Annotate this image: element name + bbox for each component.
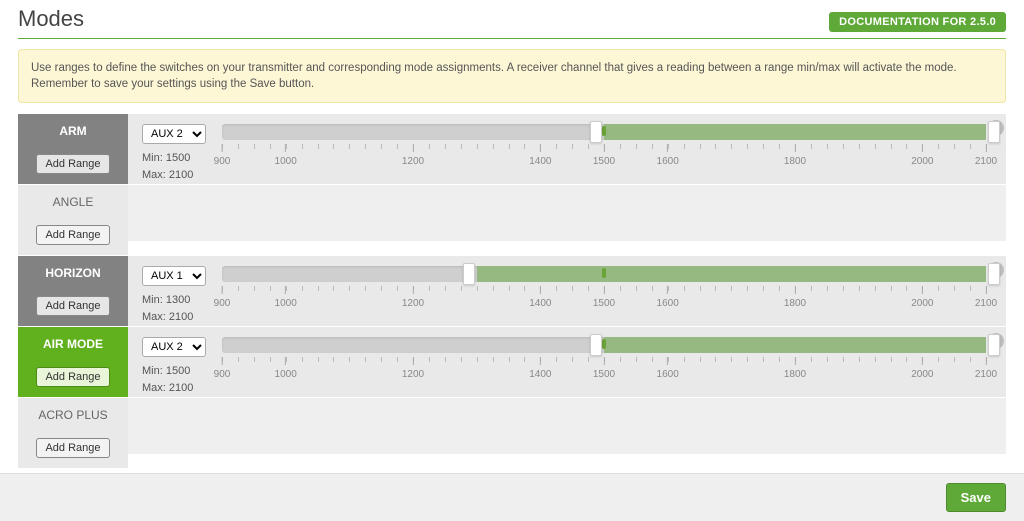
tick-axis: 90010001200140015001600180020002100 (222, 286, 986, 320)
mode-row: HORIZONAdd Range×AUX 1Min: 1300Max: 2100… (18, 255, 1006, 326)
mode-name-cell: ACRO PLUS Add Range (18, 398, 128, 468)
slider-fill (604, 337, 986, 353)
footer: Save (0, 473, 1024, 521)
mode-label: HORIZON (45, 266, 100, 280)
tick-label: 900 (214, 144, 231, 167)
mode-name-cell: AIR MODE Add Range (18, 327, 128, 397)
tick-label: 1600 (657, 357, 679, 380)
mode-label: ACRO PLUS (38, 408, 107, 422)
tick-label: 1400 (529, 357, 551, 380)
tick-axis: 90010001200140015001600180020002100 (222, 144, 986, 178)
documentation-button[interactable]: DOCUMENTATION FOR 2.5.0 (829, 12, 1006, 32)
slider-handle-min[interactable] (590, 334, 602, 356)
tick-label: 1000 (275, 286, 297, 309)
minmax-display: Min: 1500Max: 2100 (142, 363, 212, 396)
mode-label: ANGLE (53, 195, 94, 209)
add-range-button[interactable]: Add Range (36, 296, 109, 316)
add-range-button[interactable]: Add Range (36, 154, 109, 174)
add-range-button[interactable]: Add Range (36, 438, 109, 458)
tick-label: 2000 (911, 144, 933, 167)
tick-label: 1800 (784, 144, 806, 167)
channel-pointer (602, 126, 606, 136)
slider-fill (604, 124, 986, 140)
tick-label: 2100 (975, 144, 997, 167)
tick-label: 1800 (784, 357, 806, 380)
channel-pointer (602, 268, 606, 278)
slider-handle-max[interactable] (988, 334, 1000, 356)
range-panel (128, 398, 1006, 454)
mode-name-cell: ARM Add Range (18, 114, 128, 184)
slider-track[interactable] (222, 337, 986, 353)
tick-label: 1500 (593, 286, 615, 309)
aux-select[interactable]: AUX 2 (142, 124, 206, 144)
tick-label: 1200 (402, 144, 424, 167)
aux-select[interactable]: AUX 1 (142, 266, 206, 286)
tick-label: 2000 (911, 357, 933, 380)
minmax-display: Min: 1300Max: 2100 (142, 292, 212, 325)
tick-label: 1500 (593, 357, 615, 380)
mode-label: AIR MODE (43, 337, 103, 351)
tick-label: 900 (214, 286, 231, 309)
slider-handle-max[interactable] (988, 263, 1000, 285)
tick-label: 2100 (975, 286, 997, 309)
page-title: Modes (18, 6, 84, 32)
mode-row: AIR MODEAdd Range×AUX 2Min: 1500Max: 210… (18, 326, 1006, 397)
tick-label: 1000 (275, 357, 297, 380)
tick-label: 2100 (975, 357, 997, 380)
slider-handle-max[interactable] (988, 121, 1000, 143)
tick-label: 1600 (657, 144, 679, 167)
range-panel: ×AUX 2Min: 1500Max: 21009001000120014001… (128, 114, 1006, 184)
aux-select[interactable]: AUX 2 (142, 337, 206, 357)
slider-fill (477, 266, 986, 282)
mode-row: ANGLE Add Range (18, 184, 1006, 255)
add-range-button[interactable]: Add Range (36, 367, 109, 387)
tick-axis: 90010001200140015001600180020002100 (222, 357, 986, 391)
slider-track[interactable] (222, 124, 986, 140)
tick-label: 1500 (593, 144, 615, 167)
mode-row: ACRO PLUS Add Range (18, 397, 1006, 468)
tick-label: 1200 (402, 357, 424, 380)
minmax-display: Min: 1500Max: 2100 (142, 150, 212, 183)
range-panel: ×AUX 1Min: 1300Max: 21009001000120014001… (128, 256, 1006, 326)
range-panel: ×AUX 2Min: 1500Max: 21009001000120014001… (128, 327, 1006, 397)
tick-label: 1600 (657, 286, 679, 309)
save-button[interactable]: Save (946, 483, 1006, 512)
slider-track[interactable] (222, 266, 986, 282)
tick-label: 1000 (275, 144, 297, 167)
tick-label: 900 (214, 357, 231, 380)
tick-label: 1800 (784, 286, 806, 309)
tick-label: 1200 (402, 286, 424, 309)
tick-label: 2000 (911, 286, 933, 309)
info-banner: Use ranges to define the switches on you… (18, 49, 1006, 103)
mode-name-cell: HORIZON Add Range (18, 256, 128, 326)
mode-label: ARM (59, 124, 86, 138)
slider-handle-min[interactable] (590, 121, 602, 143)
divider (18, 38, 1006, 39)
channel-pointer (602, 339, 606, 349)
tick-label: 1400 (529, 286, 551, 309)
slider-handle-min[interactable] (463, 263, 475, 285)
range-panel (128, 185, 1006, 241)
tick-label: 1400 (529, 144, 551, 167)
mode-row: ARMAdd Range×AUX 2Min: 1500Max: 21009001… (18, 113, 1006, 184)
mode-name-cell: ANGLE Add Range (18, 185, 128, 255)
add-range-button[interactable]: Add Range (36, 225, 109, 245)
